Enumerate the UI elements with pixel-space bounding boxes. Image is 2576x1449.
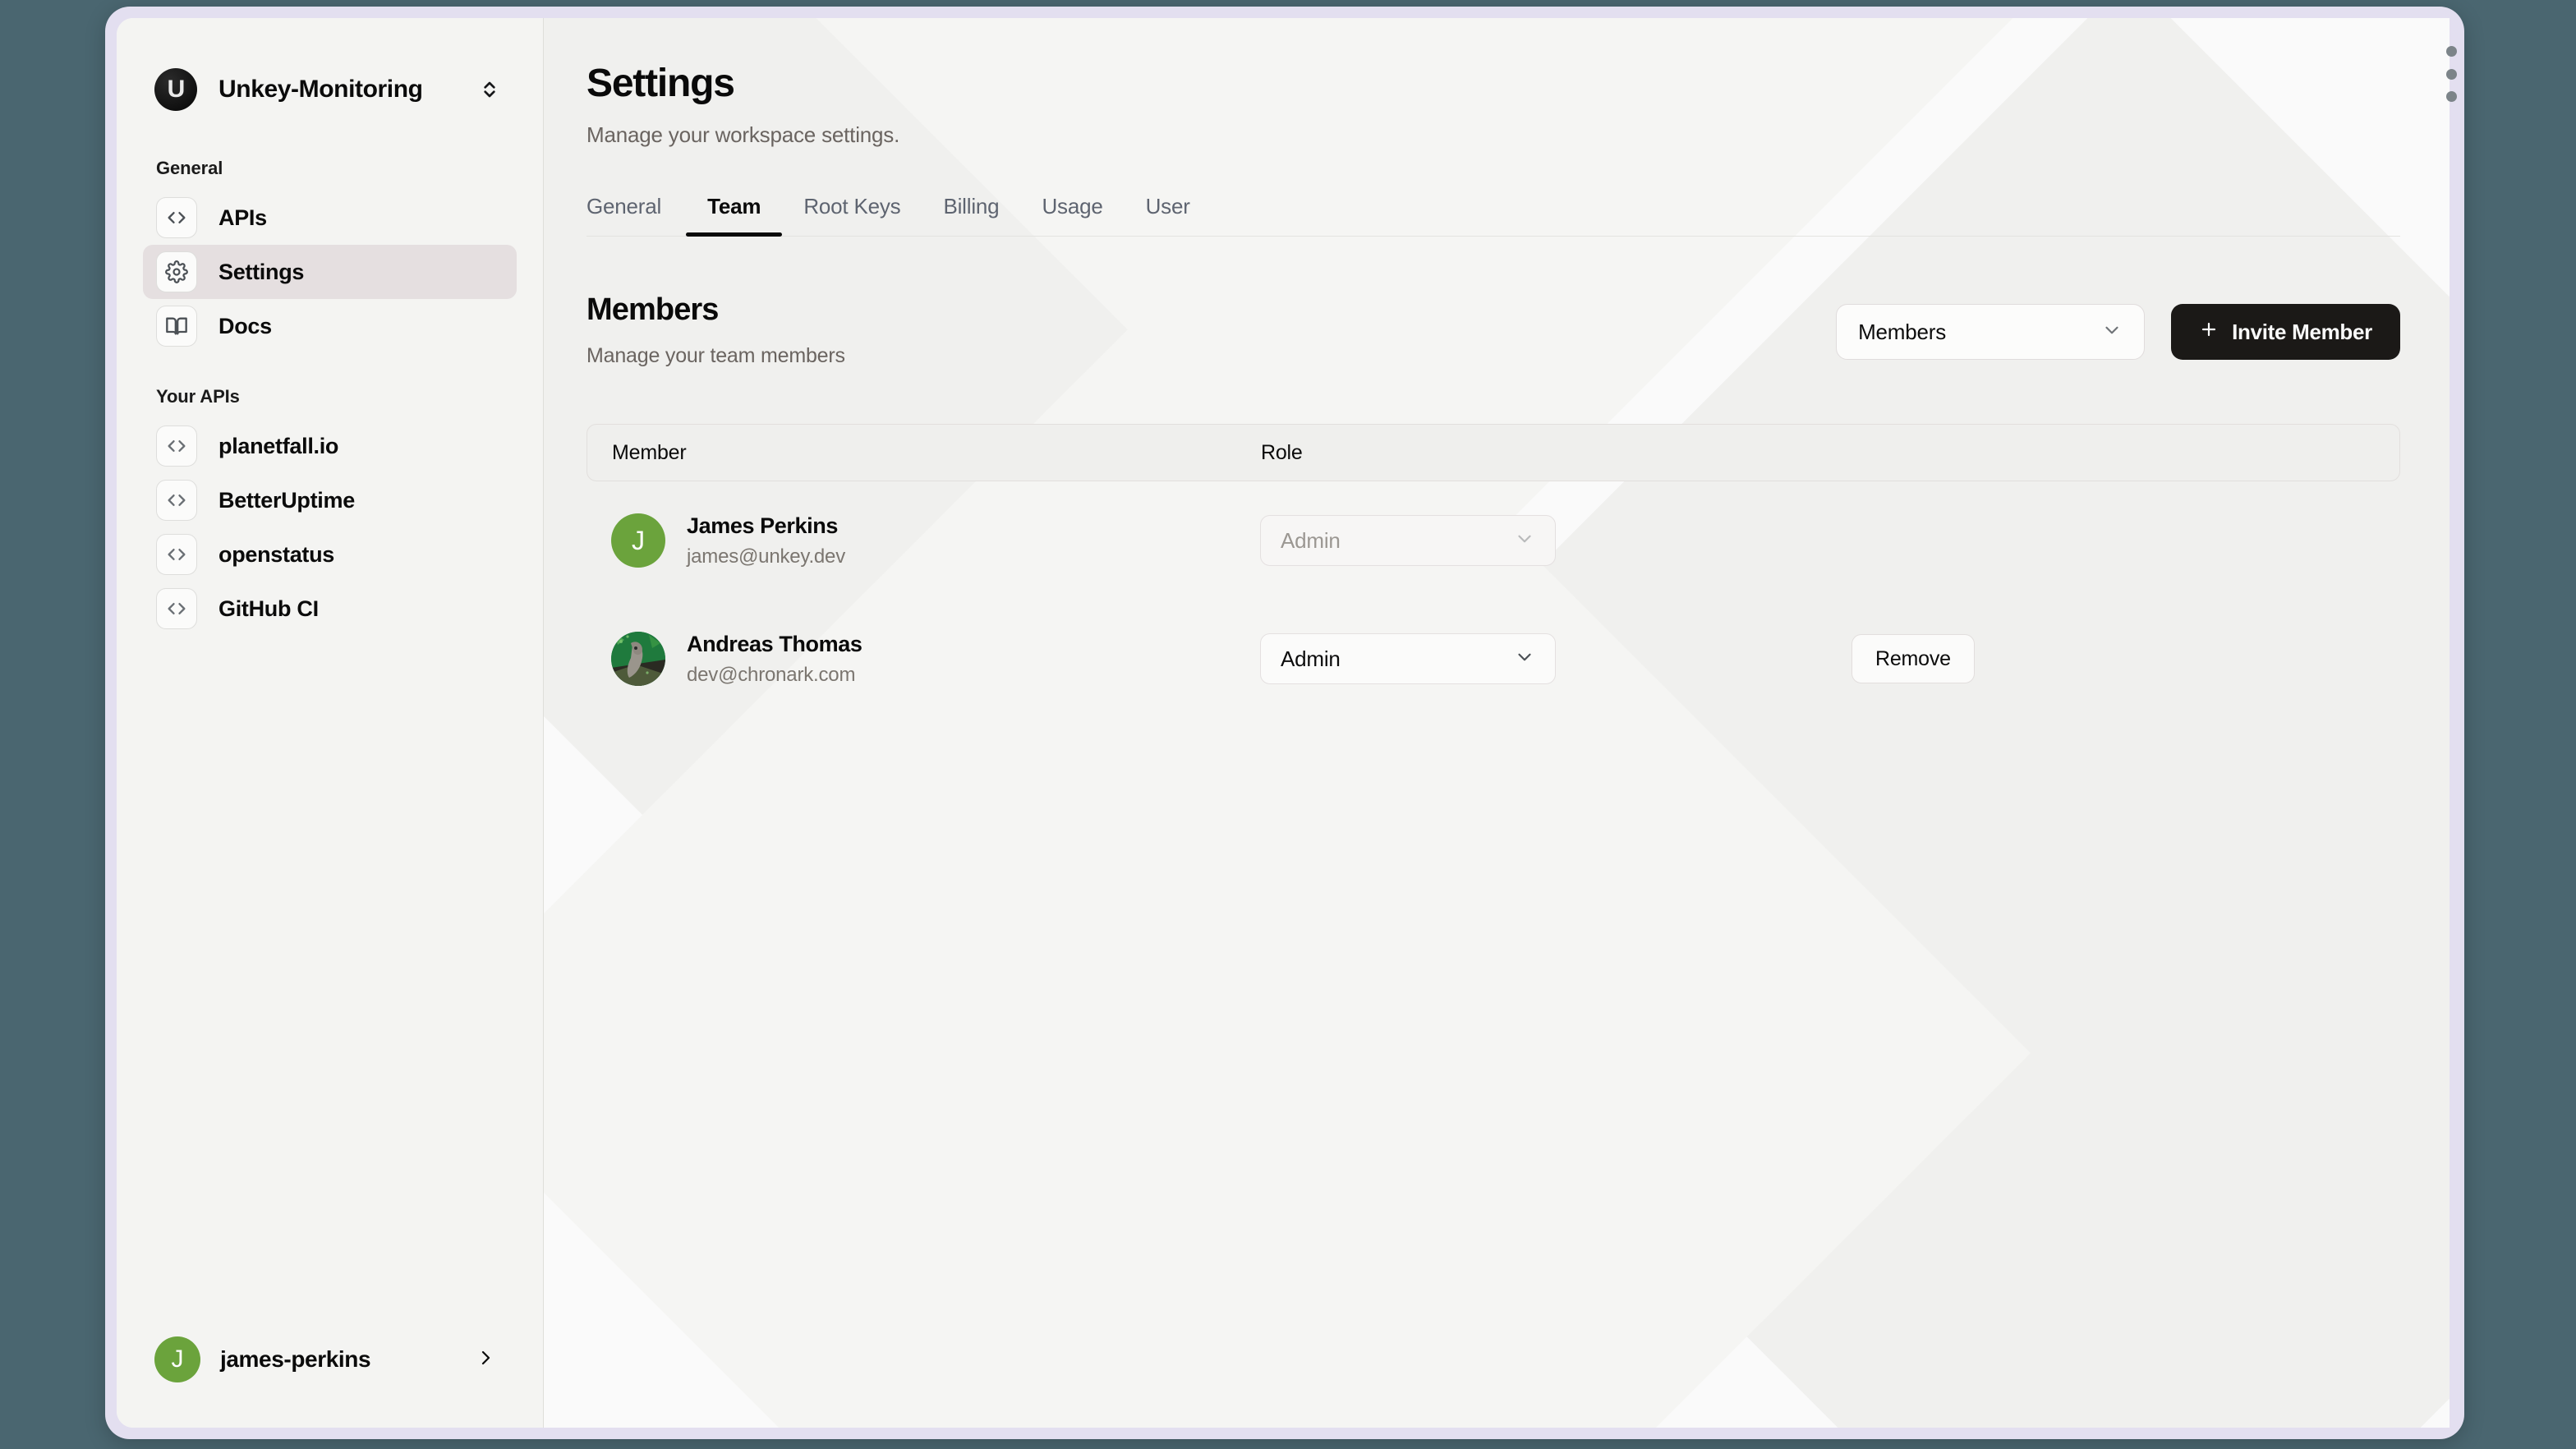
remove-member-button[interactable]: Remove — [1852, 634, 1975, 683]
sidebar-item-planetfall-io[interactable]: planetfall.io — [143, 419, 517, 473]
members-title: Members — [586, 292, 719, 327]
sidebar-item-label: GitHub CI — [218, 596, 319, 621]
code-brackets-icon — [156, 197, 197, 238]
page-subtitle: Manage your workspace settings. — [586, 122, 900, 147]
sidebar-item-betteruptime[interactable]: BetterUptime — [143, 473, 517, 527]
avatar: J — [611, 513, 665, 568]
drag-dot — [2445, 68, 2457, 80]
role-cell: Admin — [1260, 515, 1852, 566]
role-cell: Admin — [1260, 633, 1852, 684]
page-title: Settings — [586, 62, 735, 105]
column-header-role: Role — [1261, 440, 1303, 464]
sidebar-item-settings[interactable]: Settings — [143, 245, 517, 299]
chevron-down-icon — [1514, 528, 1535, 554]
code-brackets-icon — [156, 426, 197, 467]
table-row: Andreas Thomas dev@chronark.com Admin Re… — [586, 600, 2400, 718]
table-header-row: Member Role — [586, 424, 2400, 481]
sidebar-item-label: Settings — [218, 259, 305, 284]
sidebar-user-name: james-perkins — [220, 1346, 371, 1372]
plus-icon — [2199, 320, 2219, 345]
sidebar-item-label: BetterUptime — [218, 487, 355, 513]
tab-billing[interactable]: Billing — [922, 194, 1020, 236]
drag-dot — [2445, 46, 2457, 57]
main-content: Settings Manage your workspace settings.… — [544, 18, 2450, 1428]
member-cell: J James Perkins james@unkey.dev — [611, 513, 1260, 568]
code-brackets-icon — [156, 534, 197, 575]
member-name: Andreas Thomas — [687, 631, 862, 656]
drag-dot — [2445, 91, 2457, 102]
sidebar-item-apis[interactable]: APIs — [143, 191, 517, 245]
sidebar-item-label: planetfall.io — [218, 433, 339, 458]
sidebar-item-docs[interactable]: Docs — [143, 299, 517, 353]
member-email: james@unkey.dev — [687, 545, 846, 568]
chevron-right-icon — [476, 1348, 495, 1372]
members-table: Member Role J James Perkins james@unkey.… — [586, 424, 2400, 718]
member-email: dev@chronark.com — [687, 663, 856, 686]
window-drag-handle[interactable] — [2445, 46, 2458, 102]
table-row: J James Perkins james@unkey.dev Admin — [586, 481, 2400, 600]
sidebar-item-label: openstatus — [218, 541, 335, 567]
workspace-name: Unkey-Monitoring — [218, 76, 423, 103]
column-header-member: Member — [612, 440, 687, 464]
code-brackets-icon — [156, 480, 197, 521]
members-section-header: Members Manage your team members Members — [586, 292, 2400, 368]
book-open-icon — [156, 306, 197, 347]
sidebar-item-openstatus[interactable]: openstatus — [143, 527, 517, 582]
tab-root-keys[interactable]: Root Keys — [782, 194, 922, 236]
invite-member-button[interactable]: Invite Member — [2171, 304, 2400, 360]
gear-icon — [156, 251, 197, 292]
sidebar-item-label: Docs — [218, 313, 272, 338]
sidebar-section-label-general: General — [156, 158, 223, 178]
workspace-switcher[interactable]: U Unkey-Monitoring — [143, 54, 517, 125]
invite-member-label: Invite Member — [2232, 319, 2372, 344]
members-filter-select[interactable]: Members — [1836, 304, 2146, 360]
chevron-up-down-icon — [481, 76, 499, 103]
members-filter-value: Members — [1858, 319, 1947, 344]
sidebar-section-label-your-apis: Your APIs — [156, 386, 240, 407]
avatar: J — [154, 1336, 200, 1382]
workspace-logo: U — [154, 68, 197, 111]
sidebar-item-label: APIs — [218, 205, 267, 230]
app-window: U Unkey-Monitoring General APIs Settings… — [117, 18, 2450, 1428]
tab-team[interactable]: Team — [686, 194, 783, 237]
action-cell: Remove — [1852, 634, 2376, 683]
member-name: James Perkins — [687, 513, 838, 538]
member-cell: Andreas Thomas dev@chronark.com — [611, 632, 1260, 687]
sidebar-item-github-ci[interactable]: GitHub CI — [143, 582, 517, 636]
tab-usage[interactable]: Usage — [1020, 194, 1124, 236]
tab-general[interactable]: General — [586, 194, 683, 236]
avatar — [611, 632, 665, 686]
role-select: Admin — [1260, 515, 1556, 566]
chevron-down-icon — [1514, 646, 1535, 672]
chevron-down-icon — [2101, 320, 2123, 345]
role-value: Admin — [1281, 527, 1341, 553]
role-value: Admin — [1281, 646, 1341, 671]
sidebar-user-card[interactable]: J james-perkins — [143, 1324, 517, 1395]
code-brackets-icon — [156, 588, 197, 629]
settings-tablist: General Team Root Keys Billing Usage Use… — [586, 194, 2400, 237]
members-subtitle: Manage your team members — [586, 344, 845, 367]
sidebar: U Unkey-Monitoring General APIs Settings… — [117, 18, 544, 1428]
role-select[interactable]: Admin — [1260, 633, 1556, 684]
tab-user[interactable]: User — [1125, 194, 1212, 236]
